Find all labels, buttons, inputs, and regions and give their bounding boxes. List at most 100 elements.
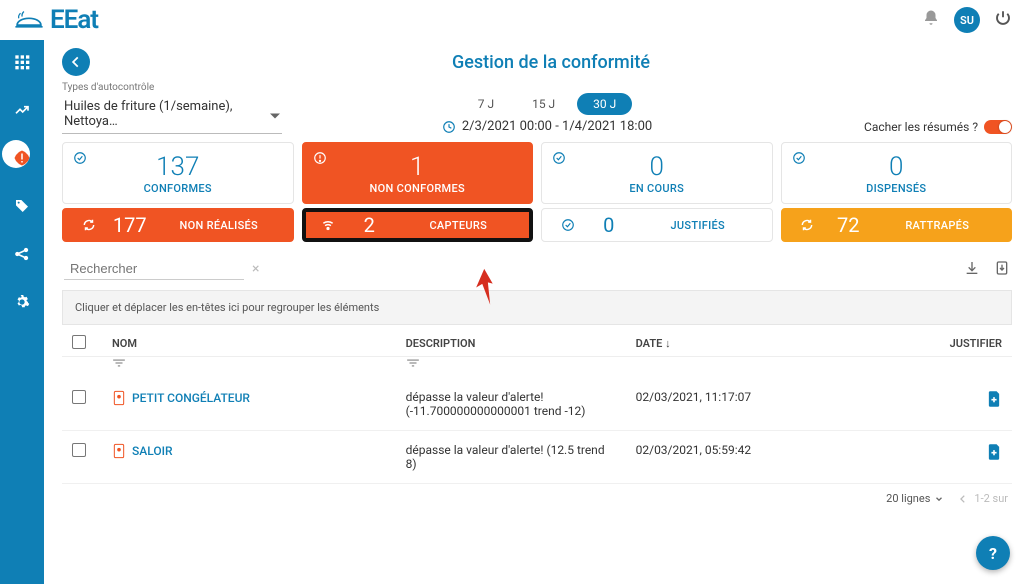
results-table: NOM DESCRIPTION DATE ↓ JUSTIFIER PETIT <box>62 325 1012 484</box>
th-nom[interactable]: NOM <box>102 325 396 357</box>
th-date[interactable]: DATE ↓ <box>626 325 878 357</box>
card-capteurs-value: 2 <box>349 213 389 237</box>
sidebar-item-share[interactable] <box>0 240 44 268</box>
sidebar-item-trend[interactable] <box>0 96 44 124</box>
range-buttons: 7 J 15 J 30 J <box>462 93 633 115</box>
card-conformes-label: CONFORMES <box>144 182 212 195</box>
sidebar-item-compliance[interactable] <box>0 144 44 172</box>
row-checkbox[interactable] <box>72 390 86 404</box>
sensor-device-icon <box>112 443 126 459</box>
row-checkbox[interactable] <box>72 443 86 457</box>
row-date: 02/03/2021, 05:59:42 <box>626 431 878 484</box>
sensor-device-icon <box>112 390 126 406</box>
row-name-cell[interactable]: PETIT CONGÉLATEUR <box>112 390 386 406</box>
card-conformes[interactable]: 137 CONFORMES <box>62 142 294 204</box>
range-button-7j[interactable]: 7 J <box>462 93 510 115</box>
type-filter-select[interactable]: Huiles de friture (1/semaine), Nettoya… <box>62 95 282 134</box>
select-all-checkbox[interactable] <box>72 335 86 349</box>
card-en-cours[interactable]: 0 EN COURS <box>541 142 773 204</box>
th-description[interactable]: DESCRIPTION <box>396 325 626 357</box>
chevron-down-icon <box>934 494 944 504</box>
download-icon[interactable] <box>964 260 980 280</box>
prev-page-icon[interactable] <box>958 494 968 504</box>
th-justifier[interactable]: JUSTIFIER <box>877 325 1012 357</box>
back-button[interactable] <box>62 48 90 76</box>
filter-icon[interactable] <box>112 357 126 372</box>
refresh-icon <box>800 218 814 232</box>
card-non-realises[interactable]: 177 NON RÉALISÉS <box>62 208 294 242</box>
export-icon[interactable] <box>994 260 1010 280</box>
bell-icon[interactable] <box>922 9 940 32</box>
card-justifies[interactable]: 0 JUSTIFIÉS <box>541 208 773 242</box>
table-footer: 20 lignes 1-2 sur <box>62 484 1012 505</box>
justify-button[interactable] <box>986 397 1002 412</box>
card-en-cours-value: 0 <box>650 152 664 182</box>
search-input[interactable] <box>70 261 246 276</box>
card-rattrapes-value: 72 <box>828 213 868 237</box>
card-non-realises-value: 177 <box>110 213 150 237</box>
help-button[interactable]: ? <box>976 536 1010 570</box>
card-rattrapes-label: RATTRAPÉS <box>882 219 992 232</box>
lines-per-page-label: 20 lignes <box>886 492 930 505</box>
sidebar-item-tag[interactable] <box>0 192 44 220</box>
header-row: Gestion de la conformité <box>62 48 1012 76</box>
date-controls: 7 J 15 J 30 J 2/3/2021 00:00 - 1/4/2021 … <box>294 93 800 134</box>
summary-cards: 137 CONFORMES 177 NON RÉALISÉS 1 NON CON… <box>62 142 1012 242</box>
avatar[interactable]: SU <box>954 7 980 33</box>
card-dispenses-value: 0 <box>889 152 903 182</box>
card-non-conformes[interactable]: 1 NON CONFORMES <box>302 142 534 204</box>
range-button-30j[interactable]: 30 J <box>577 93 632 115</box>
topbar-actions: SU <box>922 7 1012 33</box>
row-name-cell[interactable]: SALOIR <box>112 443 386 459</box>
card-en-cours-label: EN COURS <box>629 182 684 195</box>
clock-icon <box>442 120 456 134</box>
logo: EEat <box>12 5 98 35</box>
check-circle-icon <box>552 151 566 165</box>
topbar: EEat SU <box>0 0 1024 40</box>
main: Gestion de la conformité Types d'autocon… <box>44 40 1024 584</box>
type-filter-value: Huiles de friture (1/semaine), Nettoya… <box>62 95 282 134</box>
card-dispenses-label: DISPENSÉS <box>866 182 926 195</box>
card-non-conformes-label: NON CONFORMES <box>370 182 465 195</box>
clear-search-icon[interactable]: × <box>252 261 259 277</box>
card-justifies-label: JUSTIFIÉS <box>643 219 753 232</box>
card-non-conformes-value: 1 <box>410 152 424 182</box>
table-row[interactable]: SALOIR dépasse la valeur d'alerte! (12.5… <box>62 431 1012 484</box>
date-range[interactable]: 2/3/2021 00:00 - 1/4/2021 18:00 <box>442 119 652 134</box>
range-button-15j[interactable]: 15 J <box>516 93 571 115</box>
check-circle-icon <box>73 151 87 165</box>
search-box[interactable]: × <box>64 261 244 280</box>
sort-desc-icon: ↓ <box>665 337 671 350</box>
type-filter-label: Types d'autocontrôle <box>62 82 282 93</box>
card-justifies-value: 0 <box>589 213 629 237</box>
page-title: Gestion de la conformité <box>90 52 1012 73</box>
row-description: dépasse la valeur d'alerte! (12.5 trend … <box>396 431 626 484</box>
sidebar <box>0 40 44 584</box>
card-non-realises-label: NON RÉALISÉS <box>164 219 274 232</box>
card-capteurs[interactable]: 2 CAPTEURS <box>302 208 534 242</box>
card-conformes-value: 137 <box>156 152 199 182</box>
lines-per-page-select[interactable]: 20 lignes <box>886 492 944 505</box>
group-by-hint[interactable]: Cliquer et déplacer les en-têtes ici pou… <box>62 290 1012 325</box>
card-capteurs-label: CAPTEURS <box>403 219 513 232</box>
table-row[interactable]: PETIT CONGÉLATEUR dépasse la valeur d'al… <box>62 378 1012 431</box>
pager-label: 1-2 sur <box>974 492 1008 505</box>
hide-summaries-label: Cacher les résumés ? <box>864 120 978 134</box>
row-date: 02/03/2021, 11:17:07 <box>626 378 878 431</box>
hide-summaries-control: Cacher les résumés ? <box>812 120 1012 134</box>
card-dispenses[interactable]: 0 DISPENSÉS <box>781 142 1013 204</box>
sidebar-item-grid[interactable] <box>0 48 44 76</box>
row-description: dépasse la valeur d'alerte! (-11.7000000… <box>396 378 626 431</box>
hide-summaries-toggle[interactable] <box>984 120 1012 134</box>
sidebar-item-settings[interactable] <box>0 288 44 316</box>
check-circle-icon <box>561 218 575 232</box>
row-name-text: SALOIR <box>132 444 173 458</box>
pager: 1-2 sur <box>958 492 1008 505</box>
power-icon[interactable] <box>994 9 1012 31</box>
justify-button[interactable] <box>986 450 1002 465</box>
card-rattrapes[interactable]: 72 RATTRAPÉS <box>781 208 1013 242</box>
table-actions <box>964 260 1010 280</box>
date-range-text: 2/3/2021 00:00 - 1/4/2021 18:00 <box>462 119 652 134</box>
filter-icon[interactable] <box>406 357 420 372</box>
alert-circle-icon <box>313 151 327 165</box>
